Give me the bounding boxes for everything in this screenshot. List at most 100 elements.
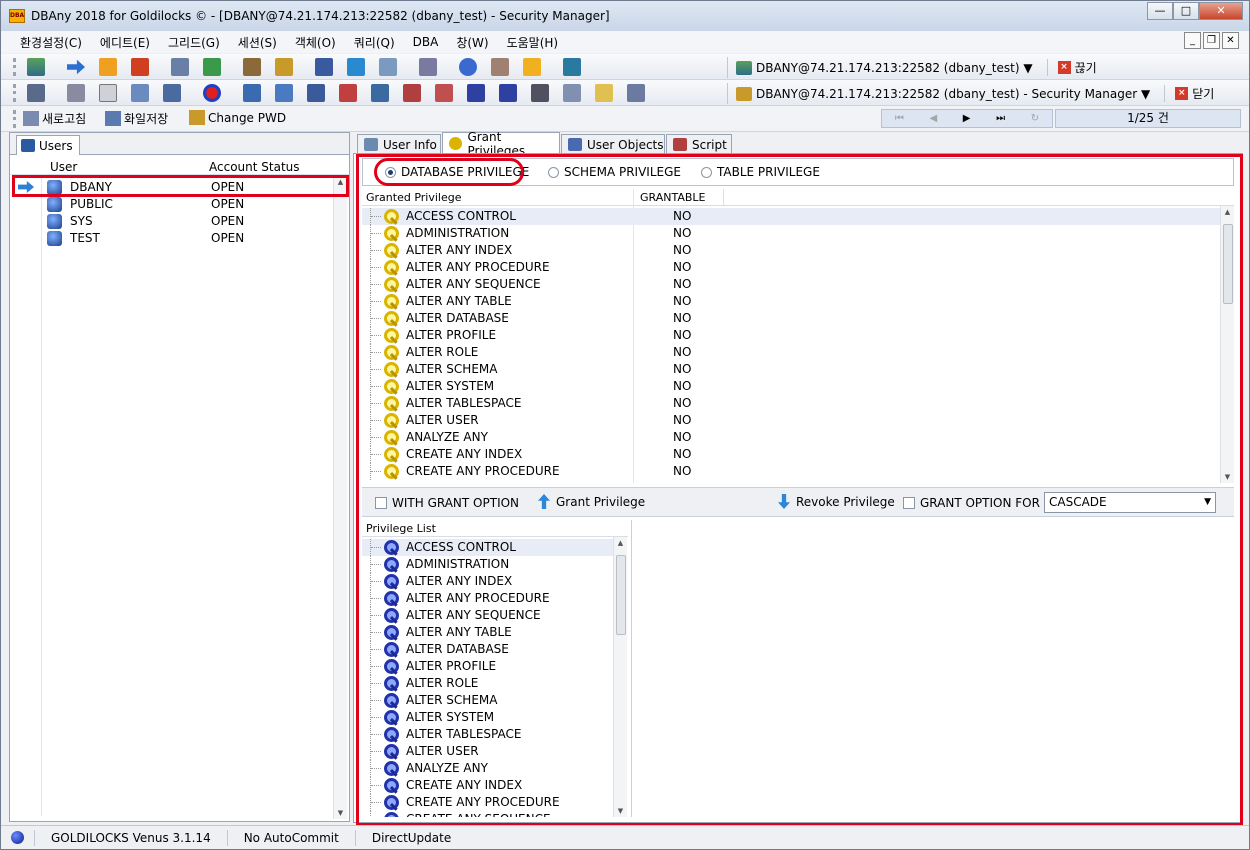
compare-icon[interactable] xyxy=(627,84,645,102)
mdi-minimize-button[interactable]: _ xyxy=(1184,32,1201,49)
change-pwd-button[interactable]: Change PWD xyxy=(189,110,286,125)
sequence-icon[interactable] xyxy=(371,84,389,102)
user-status: OPEN xyxy=(211,231,245,245)
prev-record-icon[interactable]: ◀ xyxy=(929,113,937,124)
menu-dba[interactable]: DBA xyxy=(404,35,448,49)
database-icon xyxy=(736,60,752,75)
connect-icon[interactable] xyxy=(27,58,45,76)
search-icon[interactable] xyxy=(595,84,613,102)
sheet-icon[interactable] xyxy=(203,58,221,76)
toolbar-secondary: DBANY@74.21.174.213:22582 (dbany_test) -… xyxy=(1,80,1249,106)
sigma-icon[interactable] xyxy=(467,84,485,102)
page-icon[interactable] xyxy=(99,84,117,102)
script-icon xyxy=(673,138,687,151)
user-icon xyxy=(47,231,62,246)
user-row[interactable]: SYS OPEN xyxy=(10,213,349,230)
save-file-button[interactable]: 화일저장 xyxy=(105,110,168,127)
toolbar-grip[interactable] xyxy=(13,58,16,76)
app-window: DBA DBAny 2018 for Goldilocks © - [DBANY… xyxy=(0,0,1250,850)
column-header-user[interactable]: User xyxy=(50,160,77,174)
export-icon[interactable] xyxy=(563,58,581,76)
index-icon[interactable] xyxy=(339,84,357,102)
menu-window[interactable]: 창(W) xyxy=(447,34,497,51)
help-icon[interactable] xyxy=(459,58,477,76)
user-status: OPEN xyxy=(211,197,245,211)
binoculars-icon[interactable] xyxy=(419,58,437,76)
toolbar-grip[interactable] xyxy=(13,110,16,128)
menu-settings[interactable]: 환경설정(C) xyxy=(11,34,91,51)
download-icon[interactable] xyxy=(131,58,149,76)
user-row[interactable]: PUBLIC OPEN xyxy=(10,196,349,213)
trigger-icon[interactable] xyxy=(403,84,421,102)
filter-icon[interactable] xyxy=(563,84,581,102)
close-window-button[interactable]: × 닫기 xyxy=(1164,85,1214,102)
user-icon xyxy=(47,214,62,229)
objects-icon xyxy=(568,138,582,151)
menu-object[interactable]: 객체(O) xyxy=(286,34,345,51)
record-counter: 1/25 건 xyxy=(1055,109,1241,128)
menu-session[interactable]: 세션(S) xyxy=(229,34,286,51)
sql-icon[interactable] xyxy=(523,58,541,76)
mdi-restore-button[interactable]: ❐ xyxy=(1203,32,1220,49)
document-icon[interactable] xyxy=(379,58,397,76)
column-header-account-status[interactable]: Account Status xyxy=(209,160,300,174)
mdi-close-button[interactable]: ✕ xyxy=(1222,32,1239,49)
refresh-icon xyxy=(23,111,39,126)
save-file-label: 화일저장 xyxy=(124,112,169,126)
users-panel: Users User Account Status DBANY OPEN PUB… xyxy=(9,132,350,822)
font-icon[interactable] xyxy=(163,84,181,102)
procedure-icon[interactable] xyxy=(435,84,453,102)
disconnect-button[interactable]: × 끊기 xyxy=(1046,59,1097,76)
connection-selector[interactable]: DBANY@74.21.174.213:22582 (dbany_test) ▼… xyxy=(727,57,1097,78)
lock-icon[interactable] xyxy=(275,58,293,76)
menu-help[interactable]: 도움말(H) xyxy=(498,34,568,51)
toolbar-grip[interactable] xyxy=(13,84,16,102)
menu-grid[interactable]: 그리드(G) xyxy=(159,34,229,51)
security-manager-selector[interactable]: DBANY@74.21.174.213:22582 (dbany_test) -… xyxy=(727,83,1214,104)
menu-edit[interactable]: 에디트(E) xyxy=(91,34,159,51)
tab-user-objects[interactable]: User Objects xyxy=(561,134,665,154)
database-privilege-highlight xyxy=(374,158,524,186)
view-icon[interactable] xyxy=(275,84,293,102)
list-icon[interactable] xyxy=(171,58,189,76)
status-product: GOLDILOCKS Venus 3.1.14 xyxy=(34,829,227,846)
disconnect-label: 끊기 xyxy=(1074,61,1097,75)
menu-query[interactable]: 쿼리(Q) xyxy=(345,34,404,51)
tools-icon[interactable] xyxy=(243,58,261,76)
maximize-button[interactable]: □ xyxy=(1173,2,1199,20)
user-row[interactable]: TEST OPEN xyxy=(10,230,349,247)
toolbar-main: DBANY@74.21.174.213:22582 (dbany_test) ▼… xyxy=(1,54,1249,80)
minimize-button[interactable]: — xyxy=(1147,2,1173,20)
cube-icon[interactable] xyxy=(491,58,509,76)
upload-icon[interactable] xyxy=(99,58,117,76)
users-icon xyxy=(21,139,35,152)
schema-icon[interactable] xyxy=(27,84,45,102)
tab-script[interactable]: Script xyxy=(666,134,732,154)
change-pwd-label: Change PWD xyxy=(208,110,287,125)
close-button[interactable]: ✕ xyxy=(1199,2,1243,20)
first-record-icon[interactable]: ⏮ xyxy=(895,113,904,124)
print-icon[interactable] xyxy=(67,84,85,102)
refresh-button[interactable]: 새로고침 xyxy=(23,110,86,127)
tab-grant-privileges[interactable]: Grant Privileges xyxy=(442,130,560,158)
arrow-right-icon[interactable] xyxy=(67,59,85,75)
sort-icon[interactable] xyxy=(531,84,549,102)
bar-chart-icon[interactable] xyxy=(315,58,333,76)
grid-icon[interactable] xyxy=(307,84,325,102)
tab-users[interactable]: Users xyxy=(16,135,80,155)
table-icon[interactable] xyxy=(243,84,261,102)
title-bar: DBA DBAny 2018 for Goldilocks © - [DBANY… xyxy=(1,1,1249,31)
reload-icon[interactable]: ↻ xyxy=(1031,113,1039,124)
security-connection-label: DBANY@74.21.174.213:22582 (dbany_test) -… xyxy=(756,86,1151,101)
tab-user-info[interactable]: User Info xyxy=(357,134,441,154)
users-scrollbar[interactable]: ▲ ▼ xyxy=(333,176,347,819)
record-icon[interactable] xyxy=(203,84,221,102)
user-info-icon xyxy=(364,138,378,151)
users-tabstrip: Users xyxy=(10,133,349,155)
last-record-icon[interactable]: ⏭ xyxy=(996,113,1005,124)
sum-icon[interactable] xyxy=(499,84,517,102)
monitor-icon[interactable] xyxy=(347,58,365,76)
next-record-icon[interactable]: ▶ xyxy=(963,113,971,124)
scroll-down-icon[interactable]: ▼ xyxy=(334,809,347,817)
text-icon[interactable] xyxy=(131,84,149,102)
